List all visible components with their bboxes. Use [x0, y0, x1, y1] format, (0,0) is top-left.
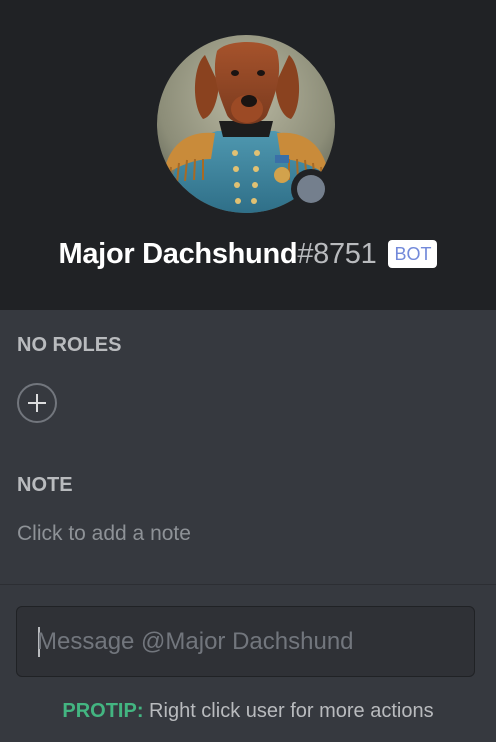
- username: Major Dachshund: [58, 237, 298, 270]
- divider: [0, 584, 496, 585]
- discriminator: #8751: [297, 237, 377, 270]
- note-section-title: NOTE: [17, 474, 73, 496]
- protip: PROTIP: Right click user for more action…: [0, 700, 496, 723]
- avatar[interactable]: [157, 35, 335, 213]
- protip-label: PROTIP:: [62, 700, 144, 722]
- protip-text: Right click user for more actions: [143, 700, 434, 722]
- add-role-button[interactable]: [17, 383, 57, 423]
- note-field[interactable]: Click to add a note: [17, 522, 191, 546]
- plus-icon: [28, 394, 46, 412]
- roles-section-title: NO ROLES: [17, 334, 122, 356]
- status-indicator: [291, 169, 331, 209]
- offline-status-icon: [297, 175, 325, 203]
- user-profile-popout: Major Dachshund #8751 BOT NO ROLES NOTE …: [0, 0, 496, 742]
- message-input[interactable]: [37, 607, 457, 676]
- bot-tag-badge: BOT: [388, 240, 438, 268]
- username-row: Major Dachshund #8751 BOT: [0, 234, 496, 274]
- profile-header: Major Dachshund #8751 BOT: [0, 0, 496, 310]
- message-box[interactable]: [16, 606, 475, 677]
